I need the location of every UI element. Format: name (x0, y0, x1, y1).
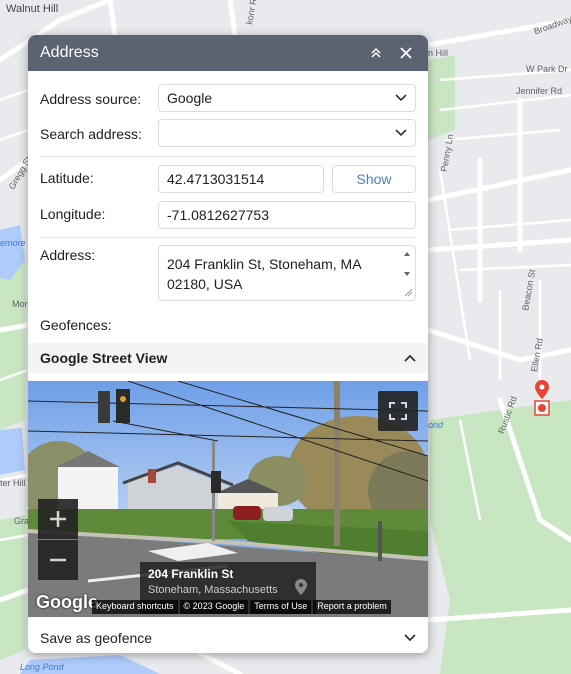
longitude-field[interactable]: -71.0812627753 (158, 201, 416, 229)
close-icon[interactable] (396, 43, 416, 63)
geofences-row: Geofences: (40, 315, 416, 335)
fullscreen-button[interactable] (378, 391, 418, 431)
map-label: ter Hill (0, 478, 26, 488)
keyboard-shortcuts-link[interactable]: Keyboard shortcuts (92, 600, 178, 614)
divider (40, 237, 416, 238)
show-button[interactable]: Show (332, 165, 416, 193)
plus-icon (50, 511, 66, 527)
address-source-label: Address source: (40, 91, 142, 107)
search-address-label: Search address: (40, 126, 142, 142)
minus-icon (50, 558, 66, 562)
map-label: Gra (14, 516, 30, 526)
address-value: 204 Franklin St, Stoneham, MA 02180, USA (167, 256, 361, 292)
search-address-select[interactable] (158, 119, 416, 147)
map-label: Walnut Hill (6, 3, 59, 15)
map-label: ond (428, 420, 444, 430)
latitude-field[interactable]: 42.4713031514 (158, 165, 324, 193)
street-view-section-title: Google Street View (40, 350, 168, 366)
address-textarea[interactable]: 204 Franklin St, Stoneham, MA 02180, USA (158, 245, 416, 301)
address-source-select[interactable]: Google (158, 84, 416, 112)
zoom-in-button[interactable] (38, 499, 78, 539)
street-view-city: Stoneham, Massachusetts (148, 584, 278, 596)
map-label: Jennifer Rd (516, 86, 563, 96)
map-label: Mor (12, 299, 28, 309)
longitude-label: Longitude: (40, 206, 106, 222)
map-label: n Hill (428, 48, 449, 58)
chevron-up-icon[interactable] (404, 354, 416, 362)
google-logo: Google (36, 592, 98, 612)
street-view-street: 204 Franklin St (148, 567, 234, 581)
dialog-header[interactable]: Address (28, 35, 428, 71)
address-dialog: Address Address source: Google Search ad… (28, 35, 428, 653)
map-label: Long Pond (20, 662, 64, 672)
chevron-down-icon (395, 94, 407, 102)
fullscreen-icon (389, 402, 407, 420)
copyright-text: © 2023 Google (179, 600, 249, 614)
map-label: emore (0, 238, 26, 248)
location-pin-icon (295, 579, 307, 595)
chevron-down-icon (395, 129, 407, 137)
save-as-geofence-header[interactable]: Save as geofence (28, 623, 428, 653)
geofences-label: Geofences: (40, 317, 112, 333)
chevron-down-icon[interactable] (404, 634, 416, 642)
textarea-scrollbar[interactable] (401, 248, 413, 298)
zoom-out-button[interactable] (38, 540, 78, 580)
report-problem-link[interactable]: Report a problem (313, 600, 391, 614)
address-source-value: Google (167, 90, 213, 106)
divider (40, 156, 416, 157)
map-label: W Park Dr (526, 64, 568, 74)
address-label: Address: (40, 247, 96, 263)
latitude-label: Latitude: (40, 170, 94, 186)
street-view-panorama[interactable]: 204 Franklin St Stoneham, Massachusetts … (28, 381, 428, 617)
terms-of-use-link[interactable]: Terms of Use (250, 600, 312, 614)
street-view-footer: Keyboard shortcuts © 2023 Google Terms o… (92, 600, 393, 614)
double-chevron-up-icon[interactable] (366, 43, 386, 63)
dialog-title: Address (40, 44, 99, 61)
street-view-section-header[interactable]: Google Street View (28, 343, 428, 373)
save-as-geofence-title: Save as geofence (40, 630, 153, 646)
